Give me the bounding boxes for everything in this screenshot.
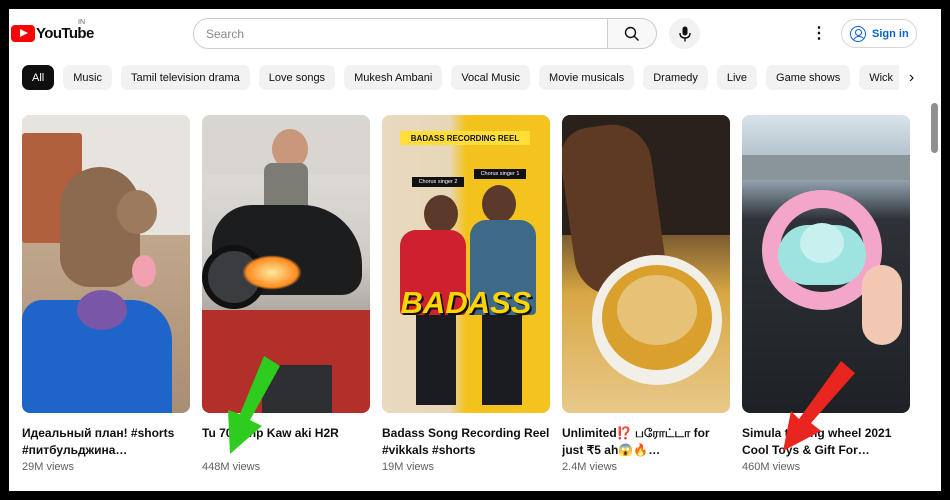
youtube-logo[interactable]: YouTube IN: [11, 19, 94, 42]
account-icon: [850, 25, 866, 42]
thumbnail-label: Chorus singer 2: [412, 177, 464, 187]
view-count: 19M views: [382, 461, 434, 473]
chip-love-songs[interactable]: Love songs: [258, 65, 336, 90]
microphone-icon: [678, 26, 691, 41]
category-chip-bar: All Music Tamil television drama Love so…: [22, 65, 912, 90]
chip-vocal-music[interactable]: Vocal Music: [451, 65, 531, 90]
chip-live[interactable]: Live: [716, 65, 758, 90]
video-title[interactable]: Идеальный план! #shorts #питбульджина…: [22, 425, 190, 459]
video-card[interactable]: BADASS RECORDING REEL Chorus singer 2 Ch…: [382, 115, 550, 473]
view-count: 460M views: [742, 461, 801, 473]
country-code: IN: [78, 19, 85, 26]
search-input[interactable]: Search: [193, 18, 608, 49]
chip-wick[interactable]: Wick: [859, 65, 904, 90]
chip-all[interactable]: All: [22, 65, 55, 90]
chip-music[interactable]: Music: [63, 65, 112, 90]
thumbnail-label: Chorus singer 1: [474, 169, 526, 179]
chip-game-shows[interactable]: Game shows: [766, 65, 851, 90]
video-thumbnail[interactable]: BADASS RECORDING REEL Chorus singer 2 Ch…: [382, 115, 550, 413]
thumbnail-overlay-text: BADASS: [400, 285, 532, 320]
voice-search-button[interactable]: [669, 18, 700, 49]
sign-in-button[interactable]: Sign in: [841, 19, 917, 48]
video-thumbnail[interactable]: [562, 115, 730, 413]
search-placeholder: Search: [206, 26, 245, 41]
green-arrow-annotation: [228, 356, 280, 454]
video-thumbnail[interactable]: [22, 115, 190, 413]
youtube-page: YouTube IN Search ⋮ Sign in All Music Ta…: [9, 9, 941, 491]
logo-text: YouTube: [36, 25, 94, 42]
view-count: 2.4M views: [562, 461, 618, 473]
chip-mukesh-ambani[interactable]: Mukesh Ambani: [344, 65, 443, 90]
chip-dramedy[interactable]: Dramedy: [643, 65, 708, 90]
sign-in-label: Sign in: [872, 27, 909, 40]
chip-tamil-television-drama[interactable]: Tamil television drama: [120, 65, 250, 90]
video-card[interactable]: Unlimited⁉️ பரோட்டா for just ₹5 ah😱🔥… 2.…: [562, 115, 730, 473]
search-icon: [624, 26, 639, 41]
chevron-right-icon[interactable]: ›: [899, 65, 924, 90]
thumbnail-header-text: BADASS RECORDING REEL: [400, 131, 530, 145]
search-button[interactable]: [607, 18, 657, 49]
view-count: 29M views: [22, 461, 74, 473]
scrollbar-thumb[interactable]: [931, 103, 938, 153]
view-count: 448M views: [202, 461, 261, 473]
youtube-play-icon: [11, 25, 35, 42]
more-options-icon[interactable]: ⋮: [809, 23, 829, 43]
video-title[interactable]: Unlimited⁉️ பரோட்டா for just ₹5 ah😱🔥…: [562, 425, 730, 459]
video-title[interactable]: Badass Song Recording Reel #vikkals #sho…: [382, 425, 550, 459]
red-arrow-annotation: [783, 361, 855, 451]
video-card[interactable]: Идеальный план! #shorts #питбульджина… 2…: [22, 115, 190, 473]
chip-movie-musicals[interactable]: Movie musicals: [539, 65, 635, 90]
